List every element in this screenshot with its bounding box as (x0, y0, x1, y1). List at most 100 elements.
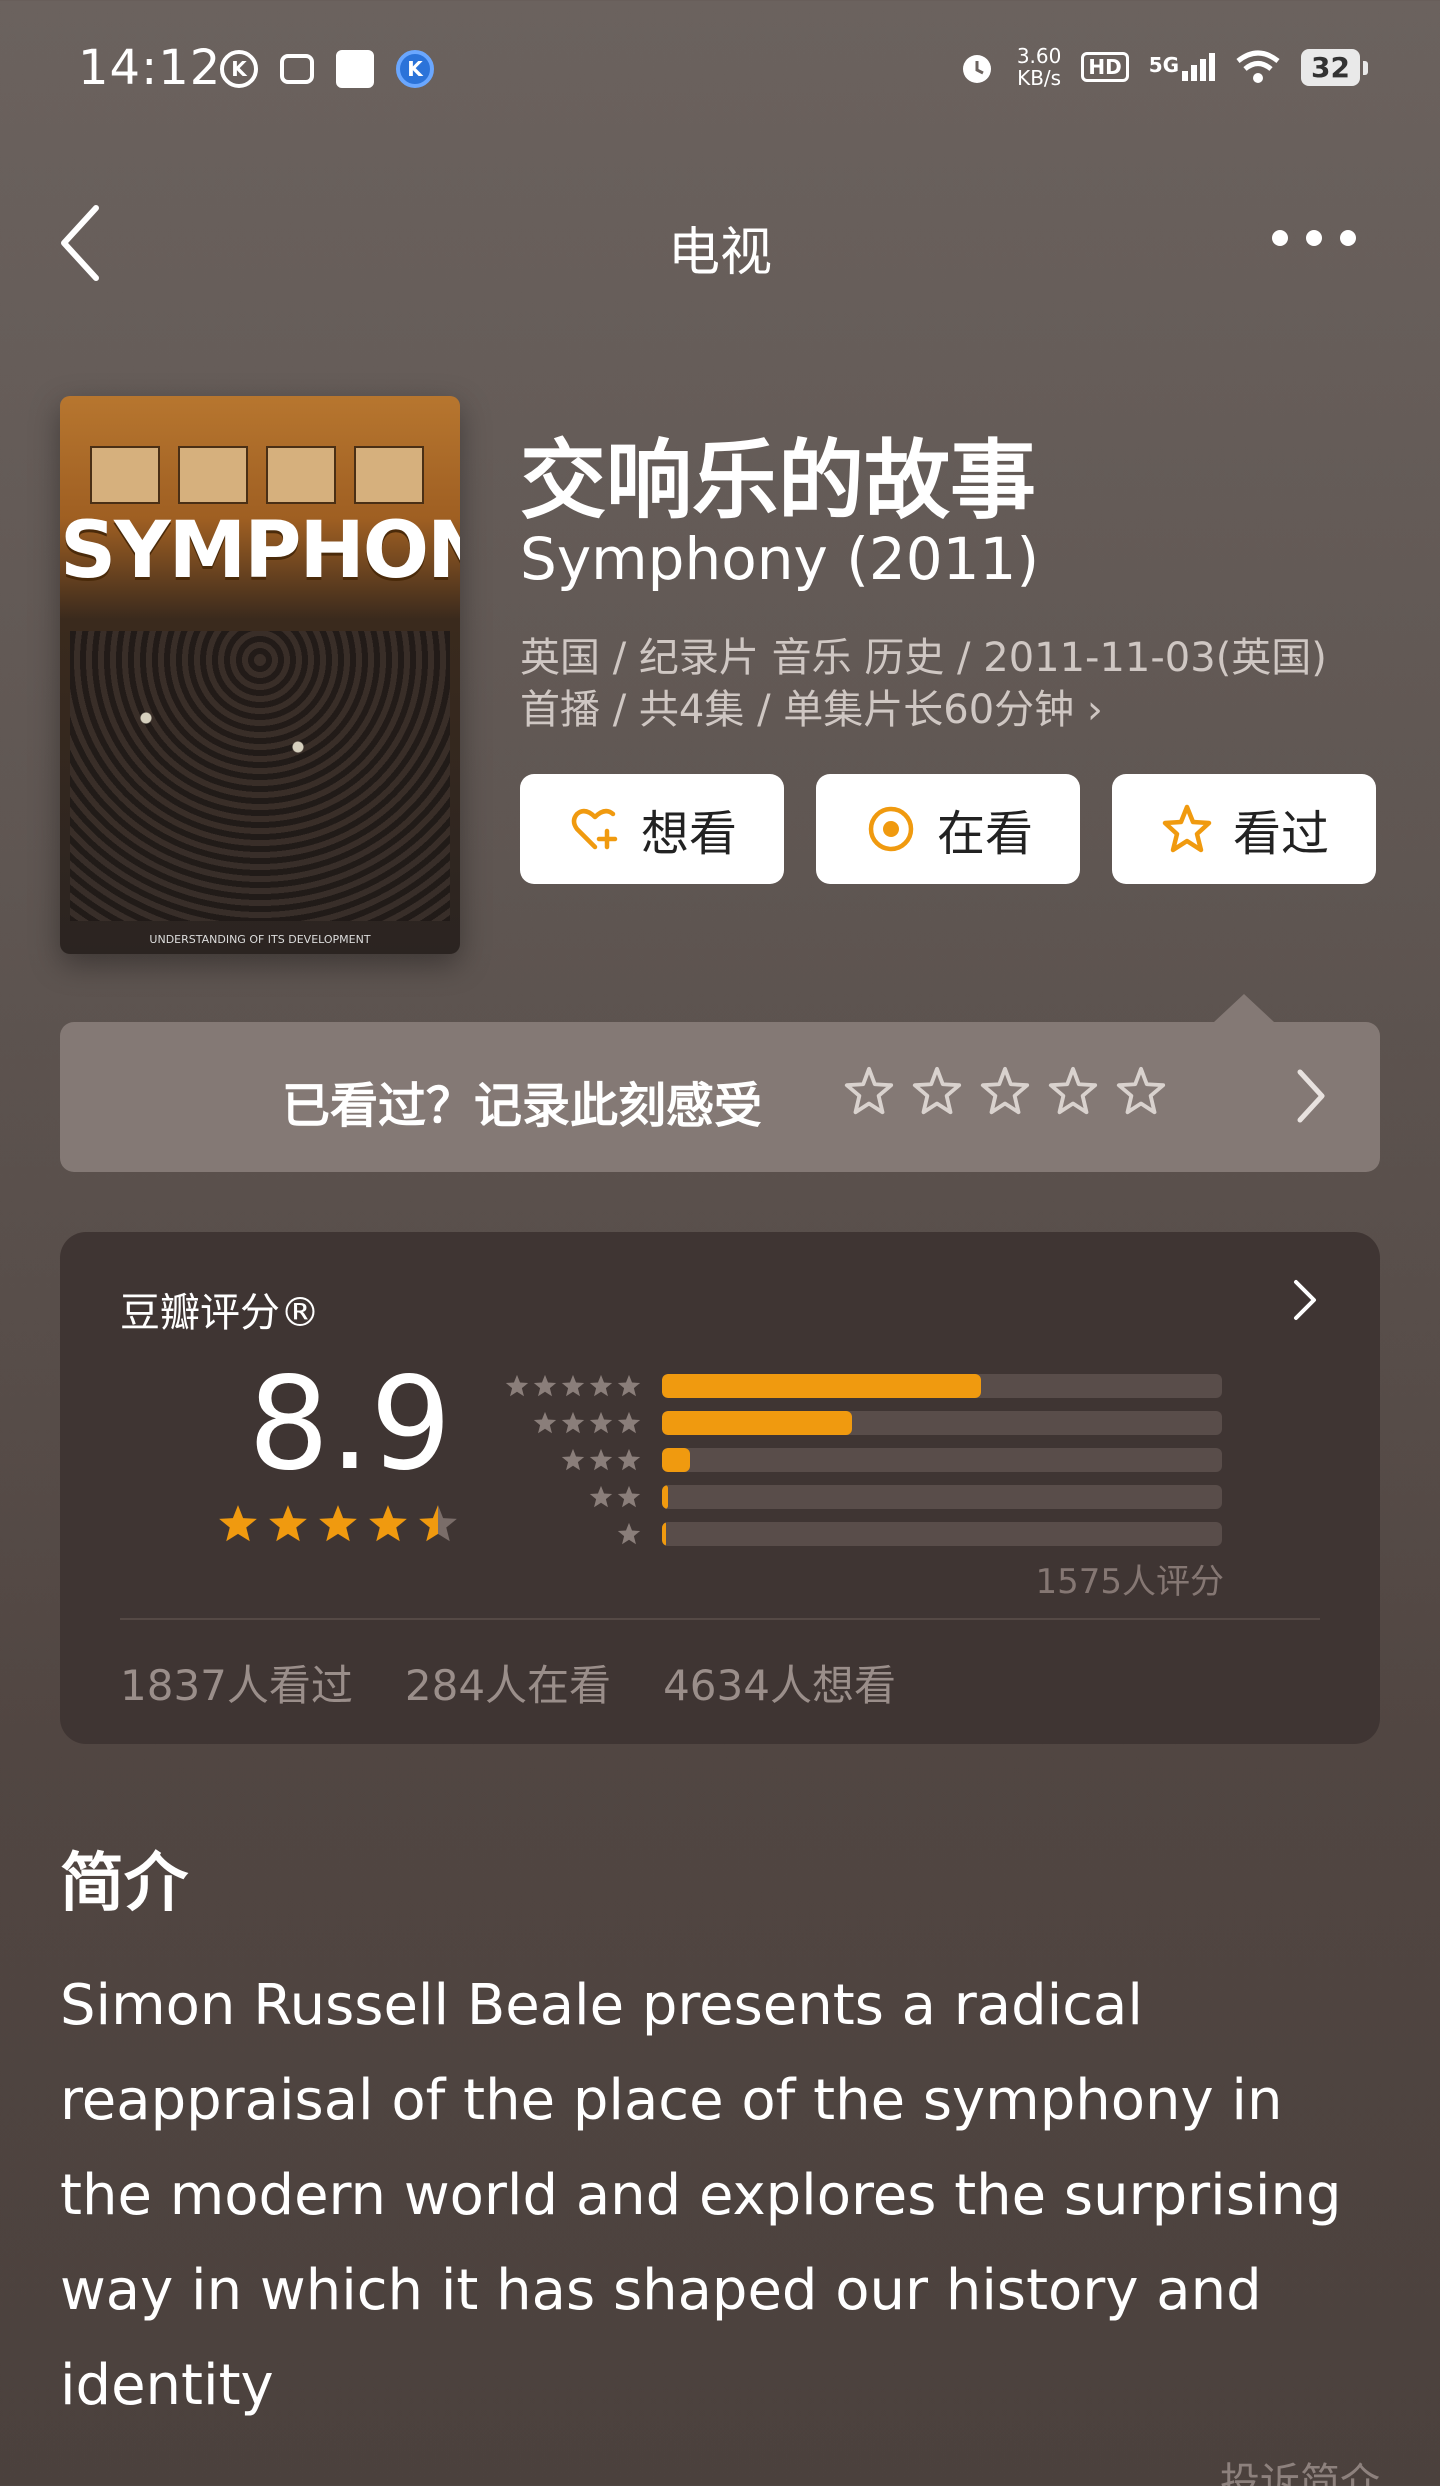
score-stars (216, 1502, 460, 1546)
poster-orchestra-artwork (70, 631, 450, 921)
watched-button[interactable]: 看过 (1112, 774, 1376, 884)
star-small-icon (561, 1411, 585, 1434)
watching-button[interactable]: 在看 (816, 774, 1080, 884)
movie-meta[interactable]: 英国 / 纪录片 音乐 历史 / 2011-11-03(英国)首播 / 共4集 … (520, 632, 1340, 736)
rating-score: 8.9 (248, 1350, 452, 1499)
target-icon (868, 806, 914, 852)
star-filled-icon (219, 1505, 257, 1542)
more-dot (1272, 230, 1288, 246)
rating-label: 豆瓣评分® (120, 1280, 320, 1338)
status-notification-icons: K K (220, 50, 434, 88)
poster-footer: UNDERSTANDING OF ITS DEVELOPMENT (149, 933, 371, 946)
action-buttons: 想看 在看 看过 (520, 774, 1376, 884)
star-small-icon (533, 1411, 557, 1434)
want-button[interactable]: 想看 (520, 774, 784, 884)
distribution-bar-track (662, 1374, 1222, 1398)
synopsis-text: Simon Russell Beale presents a radical r… (60, 1973, 1342, 2418)
distribution-row (500, 1405, 1222, 1441)
star-small-icon (561, 1448, 585, 1471)
star-filled-icon (319, 1505, 357, 1542)
movie-title-cn: 交响乐的故事 (520, 431, 1036, 531)
star-small-icon (561, 1374, 585, 1397)
star-small-icon (617, 1374, 641, 1397)
distribution-bar-fill (662, 1522, 666, 1546)
star-small-icon (505, 1374, 529, 1397)
distribution-row (500, 1442, 1222, 1478)
star-outline-icon[interactable] (1046, 1064, 1100, 1118)
distribution-stars (500, 1447, 642, 1473)
poster-title: SYMPHONY (60, 506, 460, 596)
star-small-icon (533, 1374, 557, 1397)
watching-label: 在看 (936, 806, 1033, 862)
star-small-icon (617, 1485, 641, 1508)
chevron-right-icon[interactable] (1290, 1278, 1320, 1322)
record-rating-bar[interactable]: 已看过？记录此刻感受 (60, 1022, 1380, 1172)
distribution-bar-track (662, 1485, 1222, 1509)
poster-image[interactable]: SYMPHONY UNDERSTANDING OF ITS DEVELOPMEN… (60, 396, 460, 954)
want-label: 想看 (640, 806, 737, 862)
rating-count: 1575人评分 (1035, 1562, 1224, 1602)
movie-meta-text: 英国 / 纪录片 音乐 历史 / 2011-11-03(英国)首播 / 共4集 … (520, 635, 1327, 733)
record-stars (842, 1064, 1168, 1118)
star-outline-icon[interactable] (1114, 1064, 1168, 1118)
page-title: 电视 (667, 223, 772, 283)
record-pointer (1214, 994, 1274, 1022)
speed-unit: KB/s (1017, 66, 1062, 90)
distribution-bar-fill (662, 1374, 982, 1398)
distribution-stars (500, 1521, 642, 1547)
chevron-right-icon: › (1086, 687, 1103, 733)
stat-watching[interactable]: 284人在看 (405, 1652, 611, 1713)
distribution-bar-fill (662, 1411, 853, 1435)
divider (120, 1618, 1320, 1620)
star-outline-icon (1162, 804, 1212, 853)
star-half-icon (419, 1505, 457, 1542)
distribution-row (500, 1368, 1222, 1404)
poster-portraits (90, 446, 424, 504)
distribution-stars (500, 1410, 642, 1436)
tv-icon (280, 54, 314, 84)
k-blue-icon: K (396, 50, 434, 88)
distribution-bar-fill (662, 1448, 690, 1472)
star-filled-icon (369, 1505, 407, 1542)
status-bar: 14:12 K K 3.60 KB/s HD 5G 32 (0, 0, 1440, 140)
star-outline-icon[interactable] (910, 1064, 964, 1118)
watch-stats: 1837人看过 284人在看 4634人想看 (120, 1652, 896, 1713)
distribution-row (500, 1479, 1222, 1515)
stat-want[interactable]: 4634人想看 (663, 1652, 896, 1713)
star-outline-icon[interactable] (842, 1064, 896, 1118)
star-outline-icon[interactable] (978, 1064, 1032, 1118)
star-small-icon (589, 1411, 613, 1434)
more-button[interactable] (1272, 230, 1356, 246)
network-type: 5G (1148, 53, 1180, 77)
heart-plus-icon (571, 808, 618, 850)
star-filled-icon (269, 1505, 307, 1542)
more-dot (1340, 230, 1356, 246)
signal-icon: 5G (1148, 53, 1216, 81)
distribution-bar-track (662, 1411, 1222, 1435)
distribution-bar-fill (662, 1485, 668, 1509)
distribution-bar-track (662, 1522, 1222, 1546)
star-small-icon (617, 1448, 641, 1471)
registered-mark: ® (280, 1290, 320, 1336)
rating-card: 豆瓣评分® 8.9 1575人评分 1837人看过 284人在看 4634人想看 (60, 1232, 1380, 1744)
k-icon: K (220, 50, 258, 88)
wifi-icon (1236, 50, 1280, 83)
square-icon (336, 50, 374, 88)
status-time: 14:12 (78, 40, 222, 96)
watched-label: 看过 (1232, 806, 1329, 862)
star-small-icon (589, 1374, 613, 1397)
record-prompt: 已看过？记录此刻感受 (282, 1078, 763, 1134)
distribution-bar-track (662, 1448, 1222, 1472)
distribution-row (500, 1516, 1222, 1552)
star-small-icon (589, 1448, 613, 1471)
stat-watched[interactable]: 1837人看过 (120, 1652, 353, 1713)
rating-label-text: 豆瓣评分 (120, 1290, 280, 1336)
battery-indicator: 32 (1301, 48, 1368, 86)
report-synopsis-link[interactable]: 投诉简介 (1220, 2450, 1380, 2486)
chevron-right-icon (1297, 1069, 1325, 1123)
synopsis-title: 简介 (60, 1847, 188, 1921)
speed-value: 3.60 (1016, 44, 1062, 68)
more-dot (1306, 230, 1322, 246)
movie-title-en: Symphony (2011) (520, 525, 1040, 593)
top-nav: 电视 (0, 180, 1440, 300)
